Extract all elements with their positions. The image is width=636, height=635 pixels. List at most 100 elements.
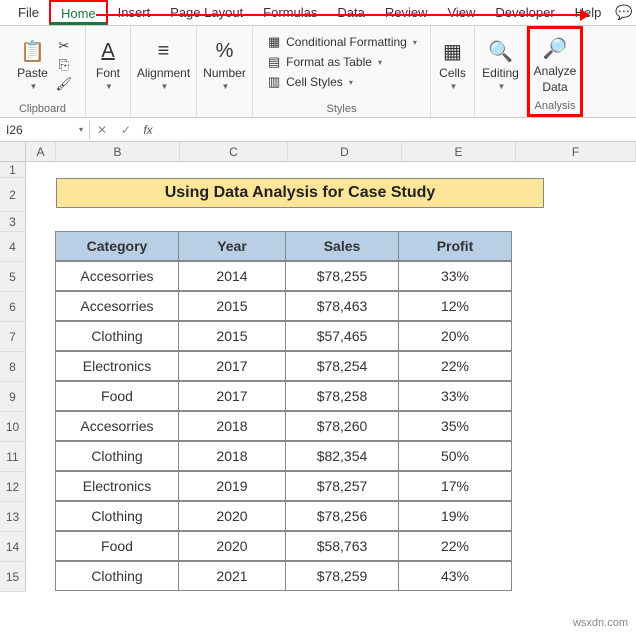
cell[interactable] — [26, 162, 56, 178]
td-category[interactable]: Electronics — [55, 351, 179, 381]
row-header[interactable]: 6 — [0, 292, 26, 322]
row-header[interactable]: 13 — [0, 502, 26, 532]
formula-input[interactable] — [158, 128, 636, 132]
td-category[interactable]: Accesorries — [55, 411, 179, 441]
td-profit[interactable]: 22% — [398, 351, 512, 381]
td-profit[interactable]: 43% — [398, 561, 512, 591]
row-header[interactable]: 12 — [0, 472, 26, 502]
cell[interactable] — [26, 352, 56, 382]
td-sales[interactable]: $78,258 — [285, 381, 399, 411]
td-sales[interactable]: $78,254 — [285, 351, 399, 381]
cell[interactable] — [26, 292, 56, 322]
col-header-D[interactable]: D — [288, 142, 402, 161]
td-sales[interactable]: $78,256 — [285, 501, 399, 531]
tab-home[interactable]: Home — [49, 0, 108, 25]
cancel-icon[interactable]: ✕ — [97, 123, 107, 137]
row-header[interactable]: 14 — [0, 532, 26, 562]
row-header[interactable]: 10 — [0, 412, 26, 442]
th-year[interactable]: Year — [178, 231, 286, 261]
td-sales[interactable]: $82,354 — [285, 441, 399, 471]
cell[interactable] — [26, 442, 56, 472]
td-sales[interactable]: $78,260 — [285, 411, 399, 441]
td-year[interactable]: 2014 — [178, 261, 286, 291]
cell[interactable] — [26, 472, 56, 502]
tab-insert[interactable]: Insert — [108, 1, 161, 24]
name-box[interactable]: I26 ▾ — [0, 121, 90, 139]
th-sales[interactable]: Sales — [285, 231, 399, 261]
td-sales[interactable]: $58,763 — [285, 531, 399, 561]
td-category[interactable]: Accesorries — [55, 261, 179, 291]
cell[interactable] — [26, 502, 56, 532]
tab-developer[interactable]: Developer — [485, 1, 564, 24]
td-sales[interactable]: $78,255 — [285, 261, 399, 291]
col-header-A[interactable]: A — [26, 142, 56, 161]
format-as-table-button[interactable]: ▤ Format as Table▾ — [266, 54, 382, 70]
td-profit[interactable]: 33% — [398, 381, 512, 411]
row-header[interactable]: 9 — [0, 382, 26, 412]
cell-styles-button[interactable]: ▥ Cell Styles▾ — [266, 74, 353, 90]
td-category[interactable]: Clothing — [55, 501, 179, 531]
td-profit[interactable]: 50% — [398, 441, 512, 471]
td-year[interactable]: 2018 — [178, 411, 286, 441]
td-profit[interactable]: 17% — [398, 471, 512, 501]
td-sales[interactable]: $78,257 — [285, 471, 399, 501]
td-year[interactable]: 2021 — [178, 561, 286, 591]
analyze-data-button[interactable]: 🔎 Analyze Data — [530, 34, 581, 96]
comments-icon[interactable]: 💬 — [612, 4, 636, 21]
td-category[interactable]: Food — [55, 381, 179, 411]
row-header[interactable]: 11 — [0, 442, 26, 472]
col-header-E[interactable]: E — [402, 142, 516, 161]
th-category[interactable]: Category — [55, 231, 179, 261]
col-header-C[interactable]: C — [180, 142, 288, 161]
tab-view[interactable]: View — [437, 1, 485, 24]
enter-icon[interactable]: ✓ — [121, 123, 131, 137]
td-category[interactable]: Food — [55, 531, 179, 561]
td-category[interactable]: Electronics — [55, 471, 179, 501]
td-category[interactable]: Clothing — [55, 441, 179, 471]
td-year[interactable]: 2019 — [178, 471, 286, 501]
row-header[interactable]: 3 — [0, 212, 26, 232]
row-header[interactable]: 5 — [0, 262, 26, 292]
td-profit[interactable]: 35% — [398, 411, 512, 441]
number-button[interactable]: % Number ▼ — [199, 36, 250, 93]
fx-icon[interactable]: fx — [138, 123, 158, 137]
cell[interactable] — [26, 412, 56, 442]
cell[interactable] — [26, 382, 56, 412]
conditional-formatting-button[interactable]: ▦ Conditional Formatting▾ — [266, 34, 417, 50]
td-category[interactable]: Clothing — [55, 561, 179, 591]
td-sales[interactable]: $78,463 — [285, 291, 399, 321]
tab-pagelayout[interactable]: Page Layout — [160, 1, 253, 24]
font-button[interactable]: A Font ▼ — [91, 36, 125, 93]
td-profit[interactable]: 33% — [398, 261, 512, 291]
row-header[interactable]: 2 — [0, 178, 26, 212]
col-header-F[interactable]: F — [516, 142, 636, 161]
td-sales[interactable]: $78,259 — [285, 561, 399, 591]
cell[interactable] — [26, 232, 56, 262]
td-year[interactable]: 2017 — [178, 381, 286, 411]
td-year[interactable]: 2020 — [178, 531, 286, 561]
select-all-corner[interactable] — [0, 142, 26, 161]
copy-icon[interactable]: ⎘ — [56, 57, 72, 73]
td-year[interactable]: 2020 — [178, 501, 286, 531]
row-header[interactable]: 8 — [0, 352, 26, 382]
tab-formulas[interactable]: Formulas — [253, 1, 327, 24]
row-header[interactable]: 1 — [0, 162, 26, 178]
td-year[interactable]: 2017 — [178, 351, 286, 381]
cell[interactable] — [26, 562, 56, 592]
cell[interactable] — [26, 262, 56, 292]
cell[interactable] — [26, 178, 56, 212]
title-banner[interactable]: Using Data Analysis for Case Study — [56, 178, 544, 208]
cell[interactable] — [26, 532, 56, 562]
format-painter-icon[interactable]: 🖌 — [56, 76, 72, 92]
td-year[interactable]: 2015 — [178, 291, 286, 321]
td-sales[interactable]: $57,465 — [285, 321, 399, 351]
cell[interactable] — [26, 212, 56, 232]
td-profit[interactable]: 19% — [398, 501, 512, 531]
cell[interactable] — [26, 322, 56, 352]
th-profit[interactable]: Profit — [398, 231, 512, 261]
editing-button[interactable]: 🔍 Editing ▼ — [478, 36, 523, 93]
alignment-button[interactable]: ≡ Alignment ▼ — [133, 36, 194, 93]
row-header[interactable]: 15 — [0, 562, 26, 592]
paste-button[interactable]: 📋 Paste ▼ — [13, 36, 52, 93]
tab-review[interactable]: Review — [375, 1, 438, 24]
